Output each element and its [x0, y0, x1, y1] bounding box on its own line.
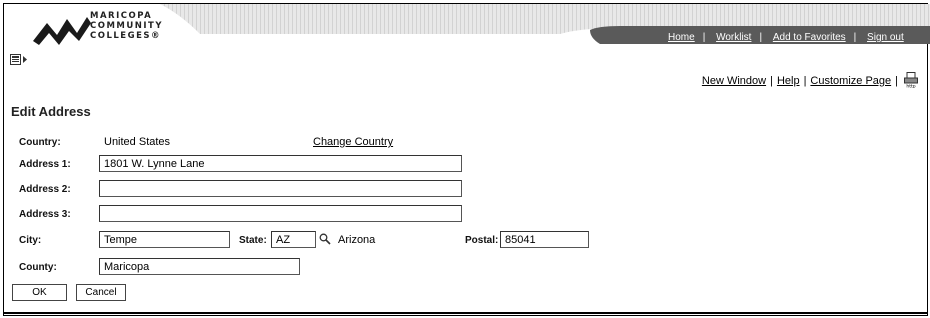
county-field[interactable]: [99, 258, 300, 275]
country-value: United States: [104, 136, 171, 148]
customize-page-link[interactable]: Customize Page: [810, 75, 891, 87]
nav-worklist-link[interactable]: Worklist: [716, 32, 751, 43]
help-link[interactable]: Help: [777, 75, 800, 87]
nav-separator: |: [759, 32, 763, 43]
cancel-button[interactable]: Cancel: [76, 284, 126, 301]
nav-separator: |: [702, 32, 706, 43]
svg-text:http: http: [906, 84, 915, 89]
nav-separator: |: [853, 32, 857, 43]
nav-home-link[interactable]: Home: [668, 32, 695, 43]
ok-button[interactable]: OK: [12, 284, 67, 301]
postal-field[interactable]: [500, 231, 589, 248]
new-window-link[interactable]: New Window: [702, 75, 766, 87]
logo-line-3: COLLEGES®: [90, 31, 162, 41]
logo-text: MARICOPA COMMUNITY COLLEGES®: [90, 11, 163, 41]
address1-field[interactable]: [99, 155, 462, 172]
nav-sign-out-link[interactable]: Sign out: [867, 32, 904, 43]
city-field[interactable]: [99, 231, 230, 248]
address1-label: Address 1:: [19, 159, 71, 170]
postal-label: Postal:: [465, 235, 499, 246]
header-nav: Home | Worklist | Add to Favorites | Sign o…: [660, 32, 912, 43]
link-separator: |: [770, 75, 773, 87]
city-label: City:: [19, 235, 42, 246]
state-name: Arizona: [338, 234, 376, 246]
country-label: Country:: [19, 137, 61, 148]
link-separator: |: [803, 75, 807, 87]
address2-field[interactable]: [99, 180, 462, 197]
state-label: State:: [239, 235, 267, 246]
logo-line-2: COMMUNITY: [90, 21, 164, 31]
address2-label: Address 2:: [19, 184, 71, 195]
address3-field[interactable]: [99, 205, 462, 222]
menu-toggle-icon[interactable]: [10, 54, 30, 66]
page-title: Edit Address: [11, 104, 91, 119]
state-field[interactable]: [271, 231, 316, 248]
address3-label: Address 3:: [19, 209, 71, 220]
window-bottom-edge: [3, 312, 928, 314]
change-country-link[interactable]: Change Country: [313, 136, 393, 148]
nav-add-favorites-link[interactable]: Add to Favorites: [773, 32, 846, 43]
logo-line-1: MARICOPA: [90, 11, 153, 21]
page-links: New Window | Help | Customize Page | http: [702, 72, 918, 88]
link-separator: |: [895, 75, 898, 87]
print-icon[interactable]: http: [904, 72, 918, 88]
lookup-magnifier-icon[interactable]: [319, 233, 331, 245]
county-label: County:: [19, 262, 57, 273]
